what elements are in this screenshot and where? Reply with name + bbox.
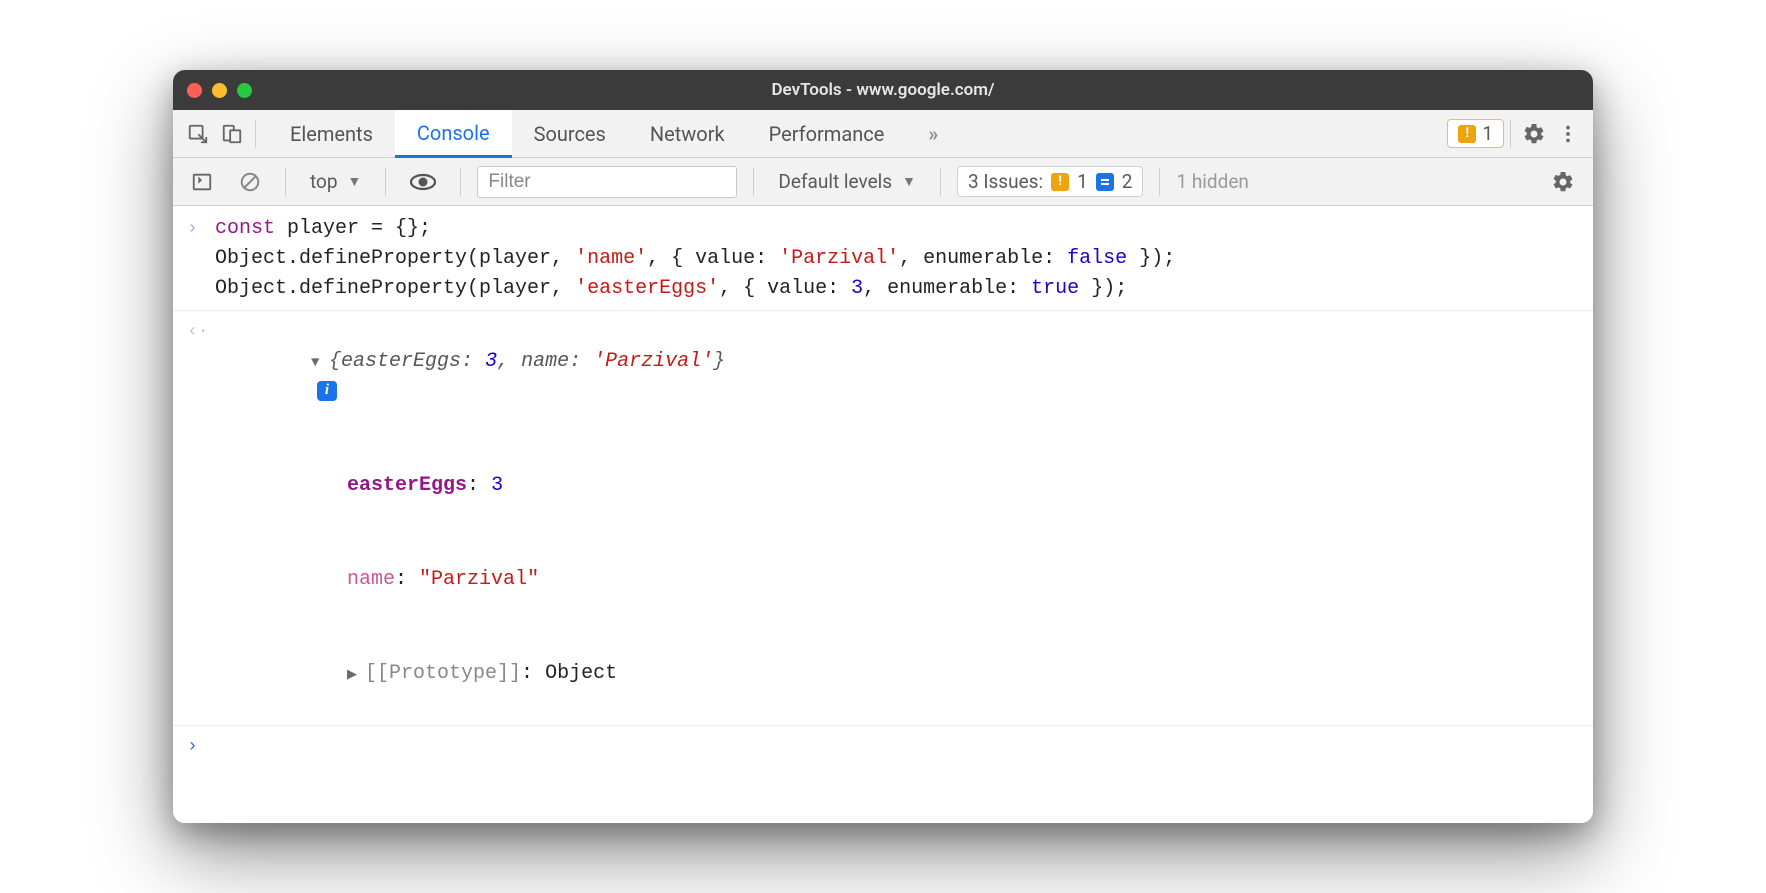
divider bbox=[173, 725, 1593, 726]
console-settings-icon[interactable] bbox=[1543, 166, 1583, 198]
tab-network[interactable]: Network bbox=[628, 110, 747, 157]
console-output: › const player = {}; Object.defineProper… bbox=[173, 206, 1593, 823]
levels-label: Default levels bbox=[778, 170, 892, 193]
clear-console-icon[interactable] bbox=[231, 166, 269, 198]
info-icon[interactable]: i bbox=[317, 381, 337, 401]
chevron-down-icon: ▼ bbox=[902, 173, 916, 190]
settings-icon[interactable] bbox=[1517, 117, 1551, 151]
close-icon[interactable] bbox=[187, 83, 202, 98]
traffic-lights bbox=[187, 83, 252, 98]
filter-input[interactable] bbox=[477, 166, 737, 198]
prototype-value: Object bbox=[545, 662, 617, 685]
console-toolbar: top ▼ Default levels ▼ 3 Issues: 1 2 1 h… bbox=[173, 158, 1593, 206]
disclosure-triangle-icon[interactable]: ▶ bbox=[347, 665, 365, 685]
object-property-row: name: "Parzival" bbox=[173, 533, 1593, 627]
property-name: easterEggs bbox=[347, 474, 467, 497]
issues-summary[interactable]: 3 Issues: 1 2 bbox=[957, 166, 1144, 197]
issues-info-count: 2 bbox=[1122, 170, 1133, 193]
tab-sources[interactable]: Sources bbox=[512, 110, 628, 157]
tab-elements[interactable]: Elements bbox=[268, 110, 395, 157]
context-selector[interactable]: top ▼ bbox=[302, 166, 369, 198]
console-sidebar-toggle-icon[interactable] bbox=[183, 166, 221, 198]
divider bbox=[385, 168, 386, 196]
hidden-count: 1 hidden bbox=[1176, 170, 1248, 193]
divider bbox=[1510, 120, 1511, 148]
property-value: "Parzival" bbox=[419, 568, 539, 591]
console-prompt[interactable]: › bbox=[173, 730, 1593, 763]
disclosure-triangle-icon[interactable]: ▼ bbox=[311, 353, 329, 374]
property-name: name bbox=[347, 568, 395, 591]
divider bbox=[753, 168, 754, 196]
inspect-element-icon[interactable] bbox=[181, 117, 215, 151]
object-preview[interactable]: ▼{easterEggs: 3, name: 'Parzival'} i bbox=[215, 317, 725, 437]
more-menu-icon[interactable] bbox=[1551, 117, 1585, 151]
divider bbox=[255, 120, 256, 148]
device-toolbar-icon[interactable] bbox=[215, 117, 249, 151]
divider bbox=[460, 168, 461, 196]
divider bbox=[173, 310, 1593, 311]
divider bbox=[1159, 168, 1160, 196]
main-tabs-row: Elements Console Sources Network Perform… bbox=[173, 110, 1593, 158]
tab-performance[interactable]: Performance bbox=[747, 110, 907, 157]
property-value: 3 bbox=[491, 474, 503, 497]
object-property-row: easterEggs: 3 bbox=[173, 439, 1593, 533]
divider bbox=[285, 168, 286, 196]
warning-icon bbox=[1051, 173, 1069, 191]
return-icon: ‹· bbox=[187, 317, 215, 437]
issues-badge-count: 1 bbox=[1482, 122, 1493, 145]
log-levels-selector[interactable]: Default levels ▼ bbox=[770, 166, 924, 198]
context-label: top bbox=[310, 170, 338, 193]
issues-warn-count: 1 bbox=[1077, 170, 1088, 193]
prototype-row[interactable]: ▶[[Prototype]]: Object bbox=[173, 627, 1593, 721]
minimize-icon[interactable] bbox=[212, 83, 227, 98]
tab-console[interactable]: Console bbox=[395, 110, 512, 158]
maximize-icon[interactable] bbox=[237, 83, 252, 98]
issues-badge[interactable]: 1 bbox=[1447, 119, 1504, 148]
divider bbox=[940, 168, 941, 196]
console-return-line: ‹· ▼{easterEggs: 3, name: 'Parzival'} i bbox=[173, 315, 1593, 439]
issues-prefix: 3 Issues: bbox=[968, 170, 1043, 193]
titlebar[interactable]: DevTools - www.google.com/ bbox=[173, 70, 1593, 110]
tabs: Elements Console Sources Network Perform… bbox=[268, 110, 960, 157]
info-icon bbox=[1096, 173, 1114, 191]
warning-icon bbox=[1458, 125, 1476, 143]
code-line: const player = {}; Object.defineProperty… bbox=[215, 214, 1175, 304]
window-title: DevTools - www.google.com/ bbox=[173, 80, 1593, 100]
console-input-line[interactable]: › const player = {}; Object.defineProper… bbox=[173, 212, 1593, 306]
prompt-icon: › bbox=[187, 732, 215, 761]
devtools-window: DevTools - www.google.com/ Elements Cons… bbox=[173, 70, 1593, 823]
live-expression-icon[interactable] bbox=[402, 166, 444, 198]
tabs-overflow-icon[interactable]: » bbox=[906, 110, 960, 157]
prompt-icon: › bbox=[187, 214, 215, 304]
prototype-label: [[Prototype]] bbox=[365, 662, 521, 685]
chevron-down-icon: ▼ bbox=[348, 173, 362, 190]
